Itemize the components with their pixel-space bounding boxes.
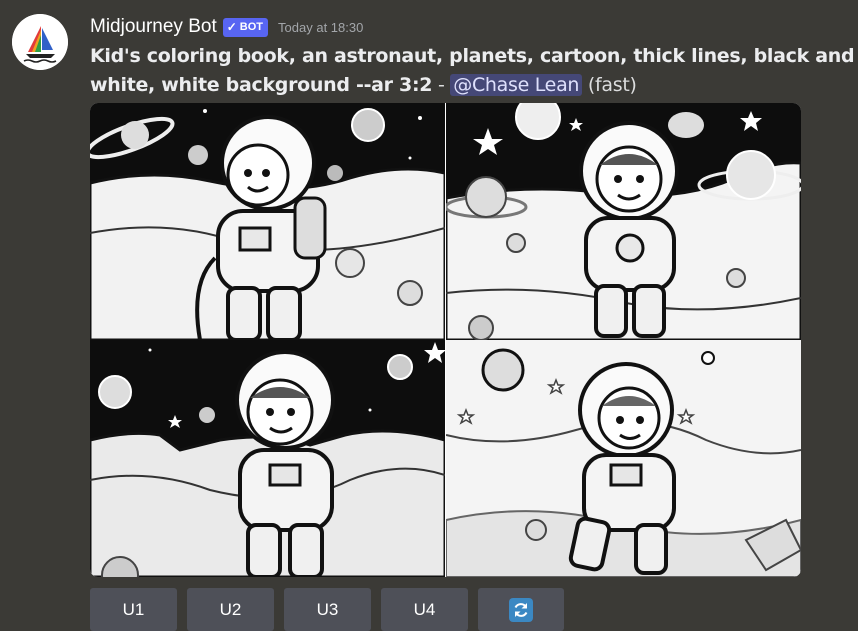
image-quadrant-2[interactable] — [446, 103, 801, 340]
upscale-4-button[interactable]: U4 — [381, 588, 468, 631]
upscale-2-button[interactable]: U2 — [187, 588, 274, 631]
message: Midjourney Bot ✓ BOT Today at 18:30 Kid'… — [0, 0, 858, 631]
sailboat-logo-icon — [12, 14, 68, 70]
upscale-3-button[interactable]: U3 — [284, 588, 371, 631]
bot-badge: ✓ BOT — [222, 17, 269, 37]
message-timestamp: Today at 18:30 — [278, 19, 364, 35]
astronaut-coloring-image-3-icon — [90, 340, 445, 577]
reroll-button[interactable] — [478, 588, 564, 631]
verified-check-icon: ✓ — [226, 19, 237, 34]
astronaut-coloring-image-1-icon — [90, 103, 445, 340]
upscale-1-button[interactable]: U1 — [90, 588, 177, 631]
author-name[interactable]: Midjourney Bot — [90, 16, 217, 38]
bot-badge-label: BOT — [239, 20, 264, 33]
refresh-icon — [509, 597, 533, 622]
image-quadrant-3[interactable] — [90, 340, 445, 577]
generation-mode: (fast) — [587, 74, 637, 96]
astronaut-coloring-image-2-icon — [446, 103, 801, 340]
image-quadrant-4[interactable] — [446, 340, 801, 577]
message-header: Midjourney Bot ✓ BOT Today at 18:30 — [90, 14, 363, 40]
bot-avatar[interactable] — [12, 14, 68, 70]
user-mention[interactable]: @Chase Lean — [450, 74, 583, 96]
image-quadrant-1[interactable] — [90, 103, 445, 340]
action-buttons: U1 U2 U3 U4 — [90, 588, 564, 631]
image-grid[interactable] — [90, 103, 801, 577]
message-content: Kid's coloring book, an astronaut, plane… — [90, 42, 856, 100]
prompt-separator: - — [432, 74, 451, 96]
astronaut-coloring-image-4-icon — [446, 340, 801, 577]
